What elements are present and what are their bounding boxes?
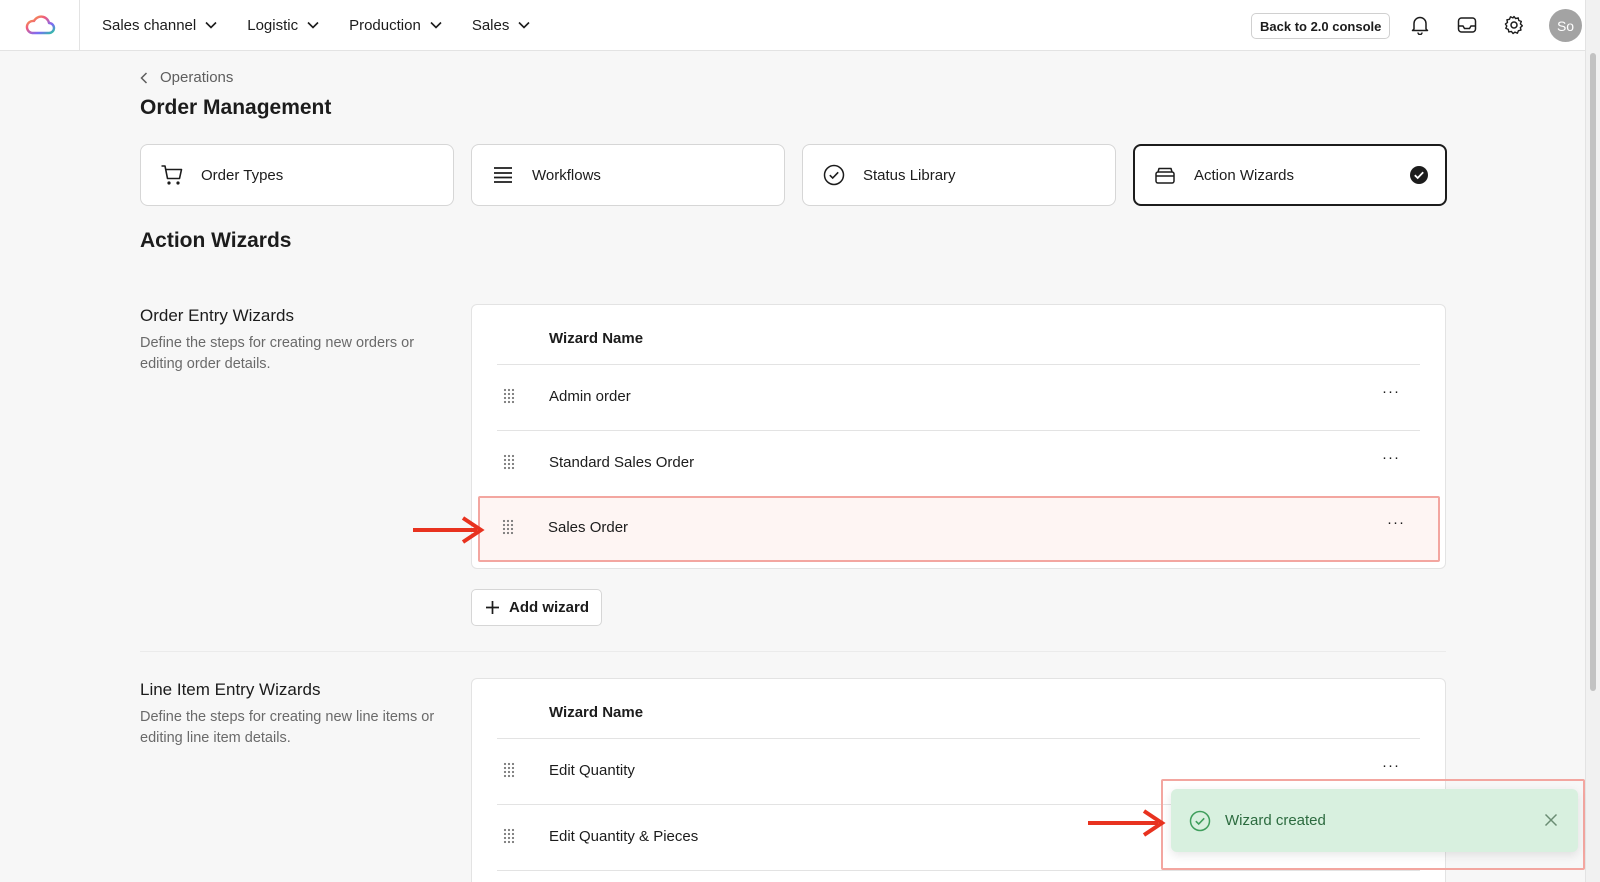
tab-label: Workflows xyxy=(532,166,601,184)
table-row[interactable]: Standard Sales Order ··· xyxy=(497,431,1420,496)
tab-status-library[interactable]: Status Library xyxy=(802,144,1116,206)
drag-handle-icon[interactable] xyxy=(503,454,515,470)
list-icon xyxy=(490,162,516,188)
cart-icon xyxy=(159,162,185,188)
selected-check-icon xyxy=(1410,166,1428,184)
scrollbar-thumb[interactable] xyxy=(1590,53,1596,691)
section-divider xyxy=(140,651,1446,652)
more-actions-button[interactable]: ··· xyxy=(1382,757,1400,774)
annotation-arrow xyxy=(413,516,485,544)
drag-handle-icon[interactable] xyxy=(503,388,515,404)
back-to-console-button[interactable]: Back to 2.0 console xyxy=(1251,13,1391,39)
more-actions-button[interactable]: ··· xyxy=(1382,383,1400,400)
tab-label: Action Wizards xyxy=(1194,166,1295,184)
cloud-logo-icon xyxy=(25,15,55,35)
order-entry-title: Order Entry Wizards xyxy=(140,306,294,325)
main-nav: Sales channel Logistic Production Sales xyxy=(102,0,560,50)
wizard-name: Admin order xyxy=(549,388,631,405)
nav-label: Logistic xyxy=(247,16,299,34)
nav-label: Production xyxy=(349,16,421,34)
nav-logistic[interactable]: Logistic xyxy=(247,17,319,34)
more-actions-button[interactable]: ··· xyxy=(1387,514,1405,531)
settings-button[interactable] xyxy=(1503,14,1525,36)
drag-handle-icon[interactable] xyxy=(502,519,514,535)
nav-production[interactable]: Production xyxy=(349,17,442,34)
toast-notification: Wizard created xyxy=(1171,789,1578,852)
chevron-down-icon xyxy=(430,21,442,29)
column-header-wizard-name: Wizard Name xyxy=(549,704,644,721)
toast-message: Wizard created xyxy=(1225,812,1326,829)
drag-handle-icon[interactable] xyxy=(503,762,515,778)
bell-icon xyxy=(1411,16,1429,35)
add-wizard-label: Add wizard xyxy=(509,599,590,616)
nav-sales-channel[interactable]: Sales channel xyxy=(102,17,217,34)
chevron-left-icon xyxy=(140,71,148,84)
annotation-arrow xyxy=(1088,809,1166,837)
add-wizard-button[interactable]: Add wizard xyxy=(471,589,603,626)
plus-icon xyxy=(486,601,499,614)
section-title: Action Wizards xyxy=(140,229,292,252)
avatar[interactable]: So xyxy=(1549,9,1582,42)
check-circle-icon xyxy=(821,162,847,188)
close-icon[interactable] xyxy=(1544,813,1558,827)
breadcrumb-parent[interactable]: Operations xyxy=(160,69,233,86)
breadcrumb[interactable]: Operations xyxy=(140,69,233,86)
row-divider xyxy=(497,870,1420,871)
more-actions-button[interactable]: ··· xyxy=(1382,449,1400,466)
drag-handle-icon[interactable] xyxy=(503,828,515,844)
nav-sales[interactable]: Sales xyxy=(472,17,531,34)
top-bar: Sales channel Logistic Production Sales … xyxy=(0,0,1585,51)
app-logo[interactable] xyxy=(0,0,80,50)
tab-label: Status Library xyxy=(863,166,956,184)
tab-workflows[interactable]: Workflows xyxy=(471,144,785,206)
page-title: Order Management xyxy=(140,96,332,119)
wizard-name: Edit Quantity xyxy=(549,762,635,779)
wizard-name: Standard Sales Order xyxy=(549,454,695,471)
notifications-button[interactable] xyxy=(1409,14,1431,36)
wizard-name: Sales Order xyxy=(548,519,629,536)
nav-label: Sales xyxy=(471,16,510,34)
tab-bar: Order Types Workflows Status Library Act… xyxy=(140,144,1447,206)
chevron-down-icon xyxy=(205,21,217,29)
gear-icon xyxy=(1504,15,1523,35)
inbox-button[interactable] xyxy=(1456,14,1478,36)
column-header-wizard-name: Wizard Name xyxy=(549,330,644,347)
wizard-name: Edit Quantity & Pieces xyxy=(549,828,699,845)
line-item-entry-description: Define the steps for creating new line i… xyxy=(140,709,435,746)
stack-icon xyxy=(1152,162,1178,188)
tab-label: Order Types xyxy=(201,166,284,184)
chevron-down-icon xyxy=(307,21,319,29)
order-entry-description: Define the steps for creating new orders… xyxy=(140,335,415,372)
chevron-down-icon xyxy=(518,21,530,29)
tab-order-types[interactable]: Order Types xyxy=(140,144,454,206)
tab-action-wizards[interactable]: Action Wizards xyxy=(1133,144,1447,206)
table-row[interactable]: Admin order ··· xyxy=(497,365,1420,430)
line-item-entry-title: Line Item Entry Wizards xyxy=(140,680,321,699)
inbox-icon xyxy=(1457,17,1477,33)
table-row[interactable]: Sales Order ··· xyxy=(496,496,1436,561)
check-circle-icon xyxy=(1189,810,1211,831)
nav-label: Sales channel xyxy=(102,16,197,34)
